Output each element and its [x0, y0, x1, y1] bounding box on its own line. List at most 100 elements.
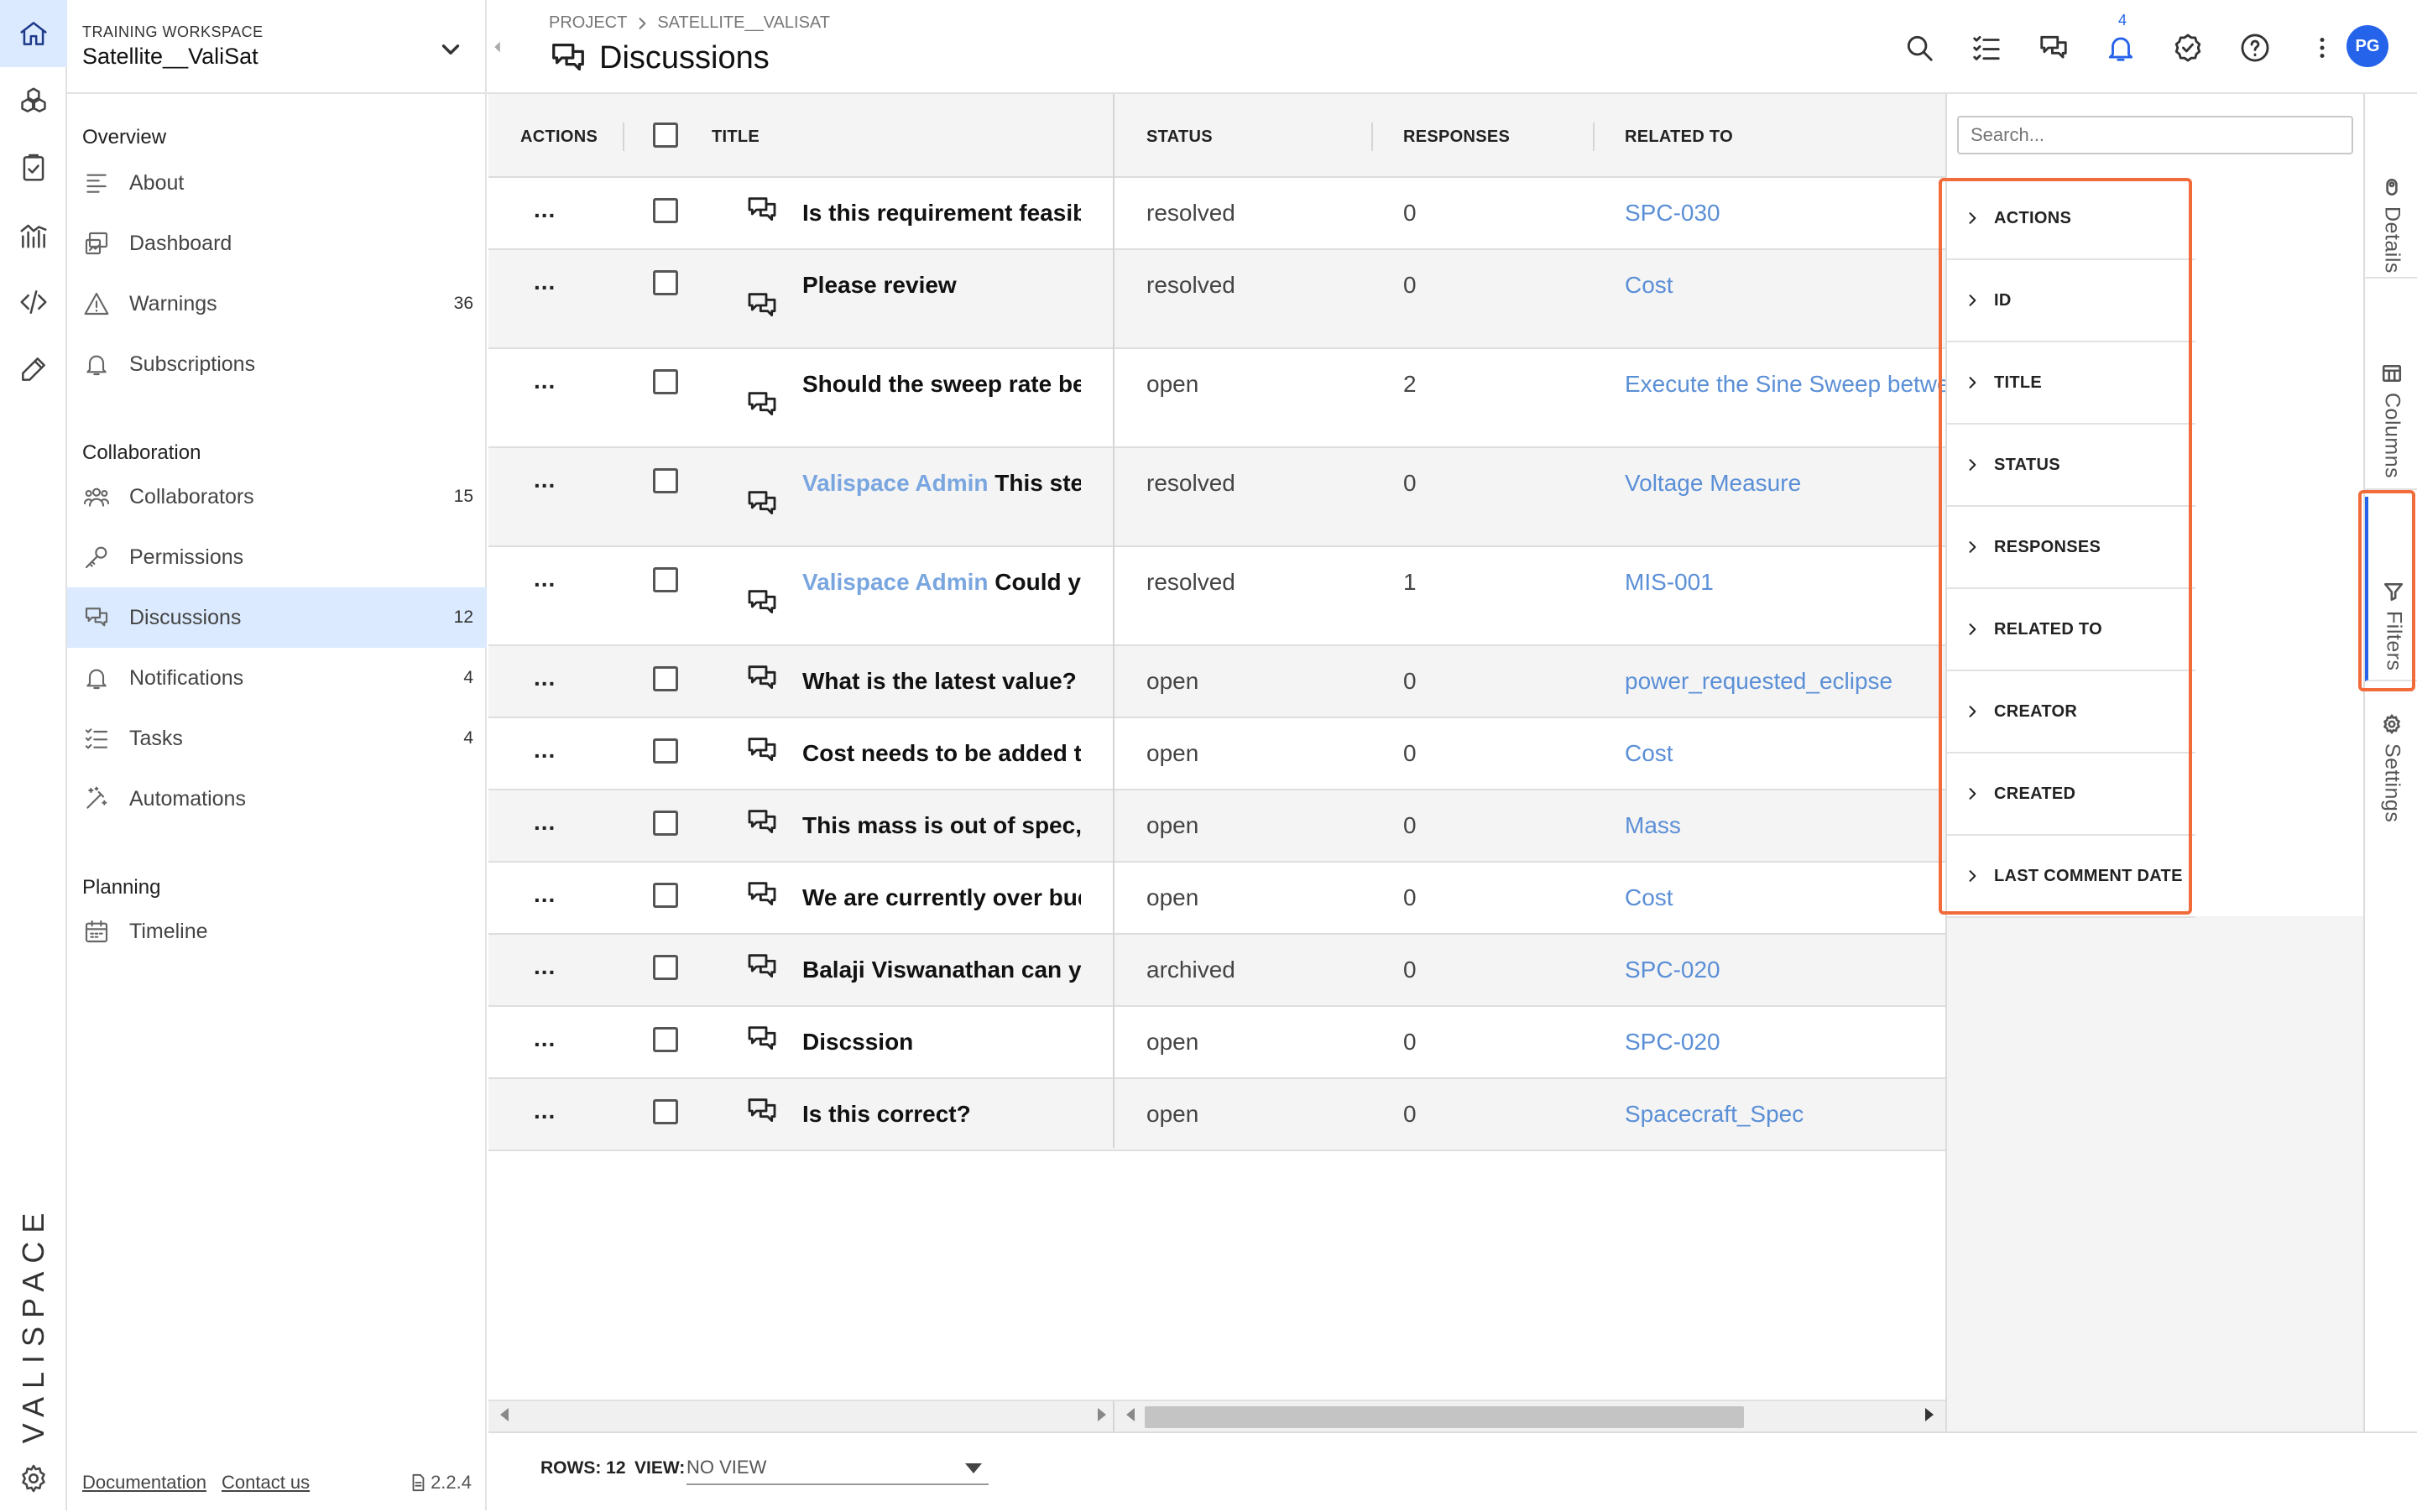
filter-item-actions[interactable]: ACTIONS: [1947, 178, 2195, 260]
column-header-actions[interactable]: ACTIONS: [520, 128, 598, 147]
row-actions-menu[interactable]: ...: [534, 1025, 556, 1052]
settings-gear-icon[interactable]: [0, 1445, 67, 1512]
breadcrumb-project-name[interactable]: SATELLITE__VALISAT: [657, 13, 830, 33]
column-header-responses[interactable]: RESPONSES: [1403, 128, 1510, 147]
user-avatar[interactable]: PG: [2347, 25, 2388, 67]
workspace-selector[interactable]: TRAINING WORKSPACE Satellite__ValiSat: [67, 0, 487, 94]
breadcrumb-project-root[interactable]: PROJECT: [549, 13, 627, 33]
row-actions-menu[interactable]: ...: [534, 368, 556, 394]
related-to-link[interactable]: power_requested_eclipse: [1625, 668, 1945, 695]
search-icon[interactable]: [1902, 30, 1937, 65]
row-checkbox[interactable]: [653, 567, 678, 592]
row-actions-menu[interactable]: ...: [534, 737, 556, 764]
related-to-link[interactable]: Execute the Sine Sweep betwe: [1625, 371, 1945, 398]
related-to-link[interactable]: SPC-020: [1625, 957, 1945, 983]
task-list-icon[interactable]: [1969, 30, 2004, 65]
sidebar-item-timeline[interactable]: Timeline: [67, 901, 487, 962]
related-to-link[interactable]: Spacecraft_Spec: [1625, 1101, 1945, 1128]
sidebar-item-collaborators[interactable]: Collaborators 15: [67, 467, 487, 527]
discussion-title[interactable]: Cost needs to be added to: [802, 740, 1081, 767]
row-actions-menu[interactable]: ...: [534, 467, 556, 493]
tab-details[interactable]: Details: [2365, 94, 2417, 279]
discussion-title[interactable]: Should the sweep rate be h: [802, 371, 1081, 398]
code-icon[interactable]: [0, 269, 67, 336]
column-header-title[interactable]: TITLE: [712, 128, 760, 147]
tab-filters[interactable]: Filters: [2365, 497, 2417, 681]
row-checkbox[interactable]: [653, 270, 678, 295]
pen-tool-icon[interactable]: [0, 336, 67, 403]
column-resize-handle[interactable]: [1593, 123, 1595, 151]
discussion-title[interactable]: We are currently over budg: [802, 884, 1081, 911]
row-actions-menu[interactable]: ...: [534, 809, 556, 836]
column-header-status[interactable]: STATUS: [1146, 128, 1213, 147]
row-actions-menu[interactable]: ...: [534, 269, 556, 295]
related-to-link[interactable]: Cost: [1625, 884, 1945, 911]
related-to-link[interactable]: SPC-030: [1625, 200, 1945, 227]
related-to-link[interactable]: Cost: [1625, 740, 1945, 767]
documentation-link[interactable]: Documentation: [82, 1472, 206, 1493]
related-to-link[interactable]: Mass: [1625, 812, 1945, 839]
table-row[interactable]: ... Should the sweep rate be h open 2 Execut…: [488, 349, 1945, 448]
filter-item-responses[interactable]: RESPONSES: [1947, 507, 2195, 589]
filter-item-related-to[interactable]: RELATED TO: [1947, 589, 2195, 671]
sidebar-item-warnings[interactable]: Warnings 36: [67, 274, 487, 334]
discussion-title[interactable]: Please review: [802, 272, 1081, 299]
table-row[interactable]: ... We are currently over budg open 0 Cost: [488, 863, 1945, 935]
notification-bell-icon[interactable]: [2103, 30, 2138, 65]
related-to-link[interactable]: Cost: [1625, 272, 1945, 299]
table-row[interactable]: ... Discssion open 0 SPC-020: [488, 1007, 1945, 1079]
home-icon[interactable]: [0, 0, 67, 67]
tab-columns[interactable]: Columns: [2365, 279, 2417, 490]
sidebar-item-tasks[interactable]: Tasks 4: [67, 708, 487, 769]
row-checkbox[interactable]: [653, 666, 678, 691]
scroll-left-arrow[interactable]: [1126, 1408, 1135, 1421]
discussion-title[interactable]: Discssion: [802, 1029, 1081, 1056]
sidebar-item-automations[interactable]: Automations: [67, 769, 487, 829]
table-row[interactable]: ... Cost needs to be added to open 0 Cost: [488, 718, 1945, 790]
discussion-title[interactable]: Balaji Viswanathan can you: [802, 957, 1081, 983]
filter-item-status[interactable]: STATUS: [1947, 425, 2195, 507]
table-row[interactable]: ... Balaji Viswanathan can you archived 0 SP…: [488, 935, 1945, 1007]
row-checkbox[interactable]: [653, 468, 678, 493]
row-checkbox[interactable]: [653, 811, 678, 836]
table-row[interactable]: ... Valispace Admin Could you resolved 1 MIS…: [488, 547, 1945, 646]
chat-bubbles-icon[interactable]: [2036, 30, 2071, 65]
column-resize-handle[interactable]: [1371, 123, 1373, 151]
row-actions-menu[interactable]: ...: [534, 665, 556, 691]
sidebar-item-about[interactable]: About: [67, 153, 487, 213]
horizontal-scrollbar[interactable]: [488, 1400, 1945, 1433]
components-icon[interactable]: [0, 67, 67, 134]
sidebar-item-notifications[interactable]: Notifications 4: [67, 648, 487, 708]
table-row[interactable]: ... What is the latest value? open 0 power_r…: [488, 646, 1945, 718]
row-checkbox[interactable]: [653, 883, 678, 908]
collapse-sidebar-button[interactable]: [487, 0, 509, 94]
discussion-title[interactable]: Is this requirement feasible: [802, 200, 1081, 227]
scroll-left-arrow[interactable]: [500, 1408, 509, 1421]
table-row[interactable]: ... Is this requirement feasible resolved 0…: [488, 178, 1945, 250]
approvals-check-icon[interactable]: [2170, 30, 2206, 65]
scrollbar-thumb[interactable]: [1145, 1406, 1744, 1428]
analytics-icon[interactable]: [0, 201, 67, 269]
tab-settings[interactable]: Settings: [2365, 698, 2417, 883]
discussion-title[interactable]: Valispace Admin This step: [802, 470, 1081, 497]
sidebar-item-discussions[interactable]: Discussions 12: [67, 587, 487, 648]
sidebar-item-permissions[interactable]: Permissions: [67, 527, 487, 587]
related-to-link[interactable]: Voltage Measure: [1625, 470, 1945, 497]
help-icon[interactable]: [2237, 30, 2273, 65]
mention-user[interactable]: Valispace Admin: [802, 569, 989, 595]
table-row[interactable]: ... Valispace Admin This step resolved 0 Vol…: [488, 448, 1945, 547]
mention-user[interactable]: Valispace Admin: [802, 470, 989, 496]
discussion-title[interactable]: This mass is out of spec, n: [802, 812, 1081, 839]
filter-item-created[interactable]: CREATED: [1947, 753, 2195, 836]
row-checkbox[interactable]: [653, 1027, 678, 1052]
discussion-title[interactable]: What is the latest value?: [802, 668, 1081, 695]
table-row[interactable]: ... Please review resolved 0 Cost: [488, 250, 1945, 349]
filter-item-id[interactable]: ID: [1947, 260, 2195, 342]
sidebar-item-dashboard[interactable]: Dashboard: [67, 213, 487, 274]
more-vertical-icon[interactable]: [2305, 30, 2340, 65]
column-header-related-to[interactable]: RELATED TO: [1625, 128, 1733, 147]
discussion-title[interactable]: Valispace Admin Could you: [802, 569, 1081, 596]
row-checkbox[interactable]: [653, 955, 678, 980]
related-to-link[interactable]: MIS-001: [1625, 569, 1945, 596]
column-resize-handle[interactable]: [623, 123, 624, 151]
